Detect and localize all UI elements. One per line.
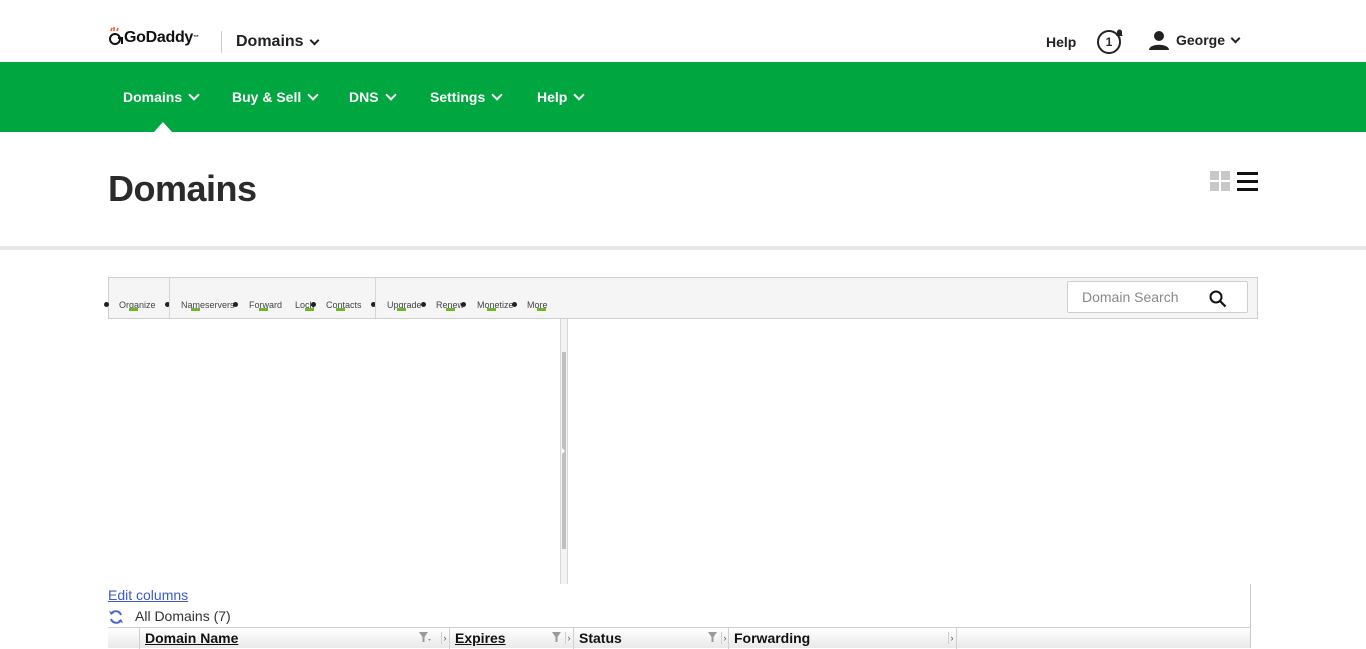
toolbar-bullet [461,302,466,307]
nav-item-label: Help [537,89,568,105]
active-nav-pointer [154,122,172,132]
toolbar-bullet [512,302,517,307]
page-title: Domains [108,168,257,209]
domain-grid-header: Domain Name › Expires › Status › Forward… [108,627,1250,649]
contacts-icon [336,308,345,311]
forward-icon [259,308,268,311]
toolbar-separator [169,278,170,318]
chevron-down-icon [188,89,200,101]
logo-text: GoDaddy [124,29,194,46]
nameservers-icon [191,308,200,311]
toolbar-more[interactable]: More [527,300,548,311]
header-divider [221,31,222,53]
column-forwarding[interactable]: Forwarding [728,628,948,649]
logo-trademark: ™ [193,35,200,41]
filter-icon[interactable] [552,632,564,643]
edit-columns-link[interactable]: Edit columns [108,587,188,603]
list-view-icon[interactable] [1237,171,1258,192]
splitter-arrow-icon [562,448,565,454]
column-expires[interactable]: Expires [449,628,565,649]
lock-icon [305,308,314,311]
toolbar-renew[interactable]: Renew [436,300,464,311]
more-icon [537,308,546,311]
column-label: Status [579,630,622,646]
main-nav: Domains Buy & Sell DNS Settings Help [0,62,1366,132]
column-menu-icon[interactable]: › [948,632,955,644]
chevron-down-icon [307,89,319,101]
toolbar-upgrade[interactable]: Upgrade [387,300,422,311]
renew-icon [446,308,455,311]
nav-item-label: Domains [123,89,183,105]
column-menu-icon[interactable]: › [441,632,448,644]
nav-item-label: Buy & Sell [232,89,302,105]
section-divider [0,246,1366,250]
user-menu[interactable]: George [1149,30,1241,50]
toolbar-contacts[interactable]: Contacts [326,300,362,311]
nav-item-domains[interactable]: Domains [123,89,200,105]
column-label[interactable]: Expires [455,630,506,646]
column-menu-icon[interactable]: › [565,632,572,644]
nav-item-settings[interactable]: Settings [430,89,503,105]
filter-icon[interactable] [708,632,720,643]
monetize-icon [487,308,496,311]
upgrade-icon [397,308,406,311]
toolbar-separator [375,278,376,318]
column-label[interactable]: Domain Name [145,630,238,646]
user-name: George [1176,32,1226,48]
nav-item-label: Settings [430,89,486,105]
toolbar-bullet [311,302,316,307]
column-label: Forwarding [734,630,811,646]
toolbar-bullet [104,302,109,307]
column-domain-name[interactable]: Domain Name [139,628,444,649]
chevron-down-icon [491,89,503,101]
chevron-down-icon [384,89,397,101]
chevron-down-icon [1230,33,1241,43]
filter-icon[interactable] [419,632,431,643]
toolbar-bullet [421,302,426,307]
user-icon [1149,31,1169,50]
bell-icon [1116,29,1123,39]
all-domains-count: All Domains (7) [135,608,231,624]
toolbar-nameservers[interactable]: Nameservers [181,300,235,311]
product-switcher[interactable]: Domains [236,33,320,51]
column-status[interactable]: Status [573,628,723,649]
refresh-icon[interactable] [108,609,124,625]
grid-view-icon[interactable] [1210,171,1231,192]
grid-right-border [1250,584,1251,648]
toolbar-organize[interactable]: Organize [119,300,156,311]
chevron-down-icon [309,35,320,45]
domain-toolbar: Organize Nameservers Forward Lock Contac… [104,277,1258,319]
nav-item-dns[interactable]: DNS [349,89,397,105]
help-link[interactable]: Help [1046,34,1076,50]
pane-splitter[interactable] [560,319,568,584]
search-icon[interactable] [1209,290,1227,308]
toolbar-bullet [233,302,238,307]
godaddy-logo-icon [109,27,123,45]
notifications-button[interactable]: 1 [1097,29,1123,56]
organize-icon [129,308,138,311]
domain-search-input[interactable] [1082,289,1212,305]
column-empty [956,628,1250,649]
toolbar-item-label: Nameservers [181,300,235,310]
nav-item-help[interactable]: Help [537,89,586,105]
godaddy-logo[interactable]: GoDaddy ™ [109,27,199,49]
domain-search [1067,281,1248,313]
product-switcher-label: Domains [236,33,304,50]
top-bar: GoDaddy ™ Domains Help 1 George [0,0,1366,62]
nav-item-buy-sell[interactable]: Buy & Sell [232,89,319,105]
toolbar-monetize[interactable]: Monetize [477,300,514,311]
toolbar-forward[interactable]: Forward [249,300,282,311]
chevron-down-icon [573,89,586,101]
column-menu-icon[interactable]: › [721,632,728,644]
nav-item-label: DNS [349,89,379,105]
